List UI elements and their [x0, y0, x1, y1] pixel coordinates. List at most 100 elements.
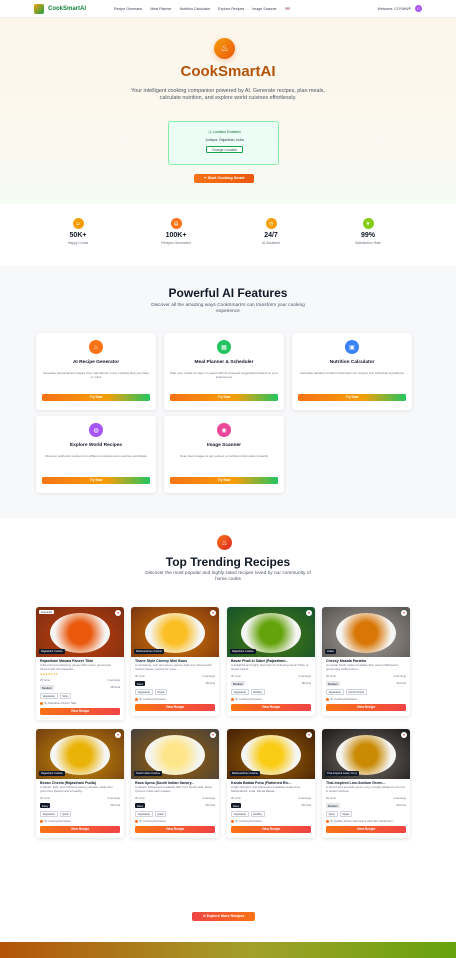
feature-card-nutrition-calculator: ▣ Nutrition Calculator Calculate detaile…: [292, 333, 412, 410]
favorite-icon[interactable]: ♥: [115, 610, 121, 616]
recipe-calories: 200 kcal: [110, 804, 120, 808]
favorite-icon[interactable]: ♥: [210, 610, 216, 616]
welcome-text: Welcome, COYMWP: [377, 6, 411, 11]
feature-card-world-recipes: ◍ Explore World Recipes Discover authent…: [36, 416, 156, 493]
recipe-image: ♥ Indian: [322, 607, 410, 657]
globe-icon: ◍: [89, 423, 103, 437]
recipe-description: A delightful and highly flavourful dry f…: [231, 663, 309, 671]
recipe-author: By Cooking Enthusiast: [227, 817, 315, 824]
recipe-calories: 220 kcal: [301, 804, 311, 808]
author-avatar-icon: [40, 702, 43, 706]
author-avatar-icon: [231, 698, 234, 702]
view-recipe-button[interactable]: View Recipe: [326, 704, 406, 712]
recipe-card[interactable]: ♥ South Indian Cuisine Rava Upma (South In…: [131, 729, 219, 839]
avatar[interactable]: C: [415, 5, 422, 12]
calculator-icon: ▣: [345, 340, 359, 354]
recipe-image: ♥ Rajasthani Cuisine: [36, 729, 124, 779]
view-recipe-button[interactable]: View Recipe: [231, 704, 311, 712]
recipe-time: 20 mins: [40, 796, 50, 800]
favorite-icon[interactable]: ♥: [306, 732, 312, 738]
start-cooking-button[interactable]: ✦ Start Cooking Smart: [194, 174, 254, 183]
stat-value: 50K+: [69, 232, 87, 239]
view-recipe-button[interactable]: View Recipe: [231, 826, 311, 834]
try-now-button[interactable]: Try Now: [298, 394, 406, 401]
try-now-button[interactable]: Try Now: [170, 477, 278, 484]
try-now-button[interactable]: Try Now: [170, 394, 278, 401]
favorite-icon[interactable]: ♥: [306, 610, 312, 616]
location-panel: ◎ Location Enabled Jodhpur, Rajasthan, I…: [168, 121, 279, 165]
difficulty-badge: Easy: [135, 681, 146, 687]
recipe-calories: 180 kcal: [301, 682, 311, 686]
nav-recipe-generator[interactable]: Recipe Generator: [114, 7, 142, 11]
feature-title: Meal Planner & Scheduler: [194, 360, 254, 365]
recipe-tag: Vegetarian: [135, 689, 153, 696]
recipe-difficulty-row: Easy 290 kcal: [131, 678, 219, 687]
feature-card-meal-planner: ▦ Meal Planner & Scheduler Plan your mea…: [164, 333, 284, 410]
recipe-image: ♥ Maharashtrian Cuisine: [131, 607, 219, 657]
stat-satisfaction: ★ 99% Satisfaction Rate: [333, 218, 403, 245]
language-flag-icon[interactable]: [284, 6, 290, 10]
difficulty-badge: Medium: [40, 685, 54, 691]
star-icon: ★: [362, 218, 374, 229]
recipe-card[interactable]: ♥ Indian Cheesy Masala Paratha A popular No…: [322, 607, 410, 717]
recipe-tag: Vegetarian: [231, 811, 249, 818]
footer-bar: [0, 942, 456, 958]
clock-icon: ◷: [265, 218, 277, 229]
recipe-author: By Cooking Enthusiast: [322, 695, 410, 702]
cuisine-badge: Thai-Inspired Green Curry: [325, 771, 360, 776]
try-now-button[interactable]: Try Now: [42, 477, 150, 484]
top-navbar: CookSmartAI Recipe Generator Meal Planne…: [0, 0, 456, 18]
stat-happy-cooks: ☺ 50K+ Happy Cooks: [43, 218, 113, 245]
recipe-difficulty-row: Medium 260 kcal: [36, 682, 124, 691]
recipe-servings: 4 servings: [393, 674, 406, 678]
recipe-tag: Vegetarian: [135, 811, 153, 818]
author-avatar-icon: [326, 698, 329, 702]
recipe-image: Vegetarian ♥ Rajasthani Cuisine: [36, 607, 124, 657]
feature-title: AI Recipe Generator: [72, 360, 120, 365]
fire-icon: ♨: [217, 535, 232, 550]
food-plate: [336, 735, 396, 775]
nav-nutrition-calculator[interactable]: Nutrition Calculator: [180, 7, 211, 11]
feature-desc: Calculate detailed nutrition information…: [300, 371, 404, 375]
recipe-card[interactable]: Vegetarian ♥ Rajasthani Cuisine Rajasthani …: [36, 607, 124, 721]
recipe-difficulty-row: Easy 240 kcal: [131, 800, 219, 809]
favorite-icon[interactable]: ♥: [401, 732, 407, 738]
recipe-card[interactable]: ♥ Maharashtrian Cuisine Thane Style Cheesy…: [131, 607, 219, 717]
recipe-description: A classic, light, and nutritious savory …: [40, 785, 113, 793]
recipe-image: ♥ Rajasthani Cuisine: [227, 607, 315, 657]
recipe-tags: Spicy Vegan: [322, 808, 410, 818]
change-location-button[interactable]: Change Location: [206, 146, 243, 153]
explore-more-button[interactable]: ⊙ Explore More Recipes: [192, 912, 255, 921]
recipe-card[interactable]: ♥ Rajasthani Cuisine Besan Cheela (Rajasth…: [36, 729, 124, 839]
recipe-servings: 4 servings: [393, 796, 406, 800]
nav-image-scanner[interactable]: Image Scanner: [252, 7, 276, 11]
recipe-card[interactable]: ♥ Rajasthani Cuisine Bavar Phali ki Sabzi …: [227, 607, 315, 717]
recipe-card[interactable]: ♥ Thai-Inspired Green Curry Thai-Inspired …: [322, 729, 410, 839]
difficulty-badge: Easy: [135, 803, 146, 809]
favorite-icon[interactable]: ♥: [210, 732, 216, 738]
favorite-icon[interactable]: ♥: [115, 732, 121, 738]
nav-meal-planner[interactable]: Meal Planner: [150, 7, 171, 11]
try-now-button[interactable]: Try Now: [42, 394, 150, 401]
recipe-tag: Healthy: [250, 689, 265, 696]
recipe-author: By Cooking Enthusiast: [131, 817, 219, 824]
recipe-image: ♥ South Indian Cuisine: [131, 729, 219, 779]
nav-explore-recipes[interactable]: Explore Recipes: [218, 7, 244, 11]
view-recipe-button[interactable]: View Recipe: [326, 826, 406, 834]
favorite-icon[interactable]: ♥: [401, 610, 407, 616]
author-avatar-icon: [326, 820, 329, 824]
feature-title: Nutrition Calculator: [329, 360, 375, 365]
recipe-tag: Healthy: [250, 811, 265, 818]
brand-logo[interactable]: CookSmartAI: [34, 3, 86, 14]
recipe-description: A comforting, soft, and savory paneer-st…: [135, 663, 212, 671]
recipe-image: ♥ Thai-Inspired Green Curry: [322, 729, 410, 779]
recipe-description: A flavorful and satisfying paneer tikki …: [40, 663, 112, 671]
view-recipe-button[interactable]: View Recipe: [40, 826, 120, 834]
chef-hat-icon: ♨: [89, 340, 103, 354]
view-recipe-button[interactable]: View Recipe: [135, 826, 215, 834]
view-recipe-button[interactable]: View Recipe: [40, 708, 120, 716]
view-recipe-button[interactable]: View Recipe: [135, 704, 215, 712]
author-avatar-icon: [40, 820, 43, 824]
author-avatar-icon: [135, 698, 138, 702]
recipe-card[interactable]: ♥ Maharashtrian Cuisine Kanda Batata Poha …: [227, 729, 315, 839]
